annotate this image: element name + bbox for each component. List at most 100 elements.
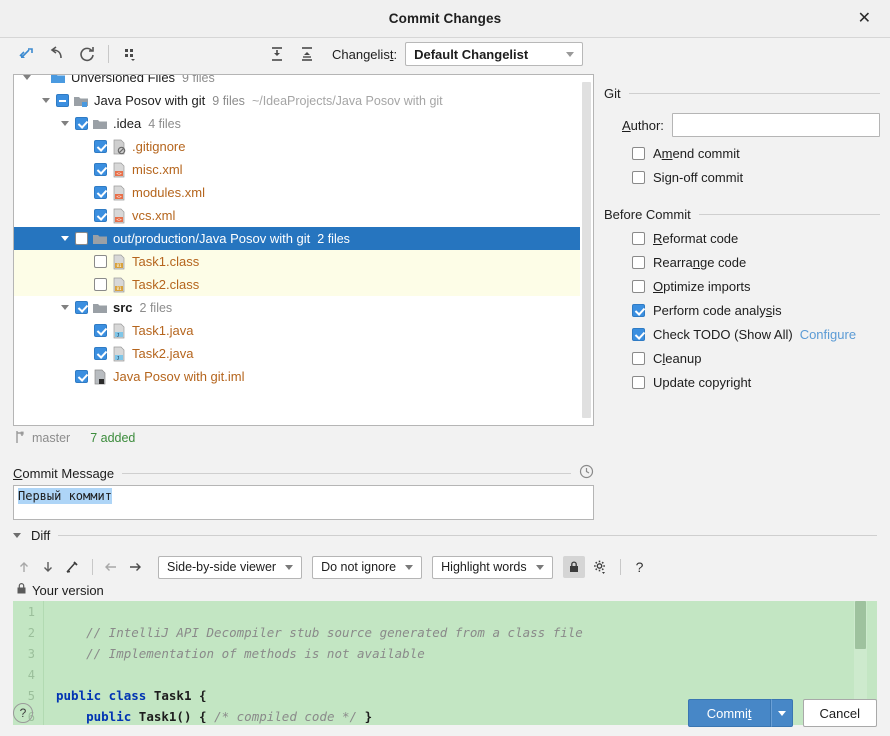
tree-row-checkbox[interactable] — [75, 117, 88, 130]
commit-options-panel: Git Author: Amend commit Sign-off commit … — [604, 86, 880, 390]
checkbox-sign-off-commit[interactable] — [632, 171, 645, 184]
question-mark-icon[interactable]: ? — [636, 559, 644, 575]
cancel-button[interactable]: Cancel — [802, 699, 877, 727]
arrow-left-icon[interactable] — [100, 556, 122, 578]
tree-row-checkbox[interactable] — [75, 301, 88, 314]
ignore-mode-value: Do not ignore — [321, 560, 397, 574]
diff-line: 3 // Implementation of methods is not av… — [13, 643, 877, 664]
tree-row-checkbox[interactable] — [94, 255, 107, 268]
rollback-icon[interactable] — [45, 42, 69, 66]
changelist-combobox[interactable]: Default Changelist — [405, 42, 584, 66]
option-sign-off-commit[interactable]: Sign-off commit — [632, 170, 880, 185]
history-clock-icon[interactable] — [579, 464, 594, 482]
tree-expand-toggle[interactable] — [58, 305, 71, 310]
expand-all-icon[interactable] — [265, 42, 289, 66]
commit-button[interactable]: Commit — [687, 699, 771, 727]
diff-section-header[interactable]: Diff — [13, 528, 877, 543]
tree-row--idea[interactable]: .idea 4 files — [14, 112, 580, 135]
tree-scrollbar-thumb[interactable] — [582, 82, 591, 418]
tree-row-checkbox[interactable] — [75, 370, 88, 383]
git-options-list: Amend commit Sign-off commit — [604, 146, 880, 185]
diff-line-number: 4 — [27, 667, 35, 682]
tree-row-java-posov-with-git-iml[interactable]: Java Posov with git.iml — [14, 365, 580, 388]
diff-line: 4 — [13, 664, 877, 685]
tree-row-checkbox[interactable] — [75, 232, 88, 245]
tree-scrollbar[interactable] — [580, 75, 593, 425]
tree-row-task1-class[interactable]: 01 Task1.class — [14, 250, 580, 273]
svg-text:J: J — [117, 332, 120, 338]
option-optimize-imports[interactable]: Optimize imports — [632, 279, 880, 294]
checkbox-optimize-imports[interactable] — [632, 280, 645, 293]
diff-gutter-divider — [43, 664, 44, 685]
tree-row-checkbox[interactable] — [94, 163, 107, 176]
tree-row-label: Task2.class — [132, 277, 200, 292]
tree-row-unversioned-files[interactable]: Unversioned Files 9 files — [14, 75, 580, 89]
tree-row-checkbox[interactable] — [94, 347, 107, 360]
option-update-copyright[interactable]: Update copyright — [632, 375, 880, 390]
author-field[interactable] — [671, 113, 880, 137]
commit-dropdown-button[interactable] — [770, 699, 793, 727]
configure-link[interactable]: Configure — [800, 327, 856, 342]
tree-row-out-production-java-posov-with-git[interactable]: out/production/Java Posov with git 2 file… — [14, 227, 580, 250]
pencil-icon[interactable] — [61, 556, 83, 578]
changes-tree[interactable]: Unversioned Files 9 files Java Posov with … — [14, 75, 580, 388]
tree-row-checkbox[interactable] — [56, 94, 69, 107]
checkbox-update-copyright[interactable] — [632, 376, 645, 389]
close-icon[interactable]: ✕ — [853, 9, 876, 29]
commit-message-header: Commit Message — [13, 464, 594, 482]
diff-scrollbar-thumb[interactable] — [855, 601, 866, 649]
tree-row-checkbox[interactable] — [94, 209, 107, 222]
checkbox-amend-commit[interactable] — [632, 147, 645, 160]
tree-row-vcs-xml[interactable]: <> vcs.xml — [14, 204, 580, 227]
tree-expand-toggle[interactable] — [58, 236, 71, 241]
tree-row-task2-java[interactable]: J Task2.java — [14, 342, 580, 365]
option-rearrange-code[interactable]: Rearrange code — [632, 255, 880, 270]
option-perform-code-analysis[interactable]: Perform code analysis — [632, 303, 880, 318]
ignore-mode-combobox[interactable]: Do not ignore — [312, 555, 423, 579]
checkbox-cleanup[interactable] — [632, 352, 645, 365]
checkbox-check-todo[interactable] — [632, 328, 645, 341]
collapse-all-icon[interactable] — [295, 42, 319, 66]
checkbox-rearrange-code[interactable] — [632, 256, 645, 269]
tree-row-task2-class[interactable]: 01 Task2.class — [14, 273, 580, 296]
refresh-changes-icon[interactable] — [15, 42, 39, 66]
option-cleanup[interactable]: Cleanup — [632, 351, 880, 366]
checkbox-reformat-code[interactable] — [632, 232, 645, 245]
tree-row--gitignore[interactable]: .gitignore — [14, 135, 580, 158]
divider — [628, 93, 880, 94]
option-reformat-code[interactable]: Reformat code — [632, 231, 880, 246]
diff-line-number: 2 — [27, 625, 35, 640]
tree-row-java-posov-with-git[interactable]: Java Posov with git 9 files ~/IdeaProjects… — [14, 89, 580, 112]
gear-icon[interactable] — [589, 556, 611, 578]
tree-row-misc-xml[interactable]: <> misc.xml — [14, 158, 580, 181]
option-amend-commit[interactable]: Amend commit — [632, 146, 880, 161]
tree-row-src[interactable]: src 2 files — [14, 296, 580, 319]
tree-row-checkbox[interactable] — [94, 140, 107, 153]
tree-row-modules-xml[interactable]: <> modules.xml — [14, 181, 580, 204]
refresh-icon[interactable] — [75, 42, 99, 66]
group-by-icon[interactable] — [118, 42, 142, 66]
help-button[interactable]: ? — [13, 703, 33, 723]
tree-row-checkbox[interactable] — [94, 278, 107, 291]
tree-expand-toggle[interactable] — [58, 121, 71, 126]
option-check-todo[interactable]: Check TODO (Show All) Configure — [632, 327, 880, 342]
viewer-mode-combobox[interactable]: Side-by-side viewer — [158, 555, 303, 579]
tree-row-label: modules.xml — [132, 185, 205, 200]
tree-row-label: Java Posov with git.iml — [113, 369, 245, 384]
arrow-down-icon[interactable] — [37, 556, 59, 578]
tree-expand-toggle[interactable] — [39, 98, 52, 103]
tree-row-checkbox[interactable] — [94, 324, 107, 337]
dialog-button-bar: ? Commit Cancel — [0, 690, 890, 736]
tree-row-checkbox[interactable] — [94, 186, 107, 199]
commit-message-input[interactable]: Первый коммит — [13, 485, 594, 520]
tree-row-task1-java[interactable]: J Task1.java — [14, 319, 580, 342]
changes-toolbar: Changelist: Default Changelist — [0, 38, 890, 70]
checkbox-perform-code-analysis[interactable] — [632, 304, 645, 317]
toolbar-divider — [92, 559, 93, 575]
arrow-up-icon[interactable] — [13, 556, 35, 578]
tree-expand-toggle[interactable] — [20, 75, 33, 80]
arrow-right-icon[interactable] — [124, 556, 146, 578]
highlight-mode-combobox[interactable]: Highlight words — [432, 555, 553, 579]
lock-icon[interactable] — [562, 556, 585, 578]
gitignore-file-icon — [111, 139, 127, 155]
